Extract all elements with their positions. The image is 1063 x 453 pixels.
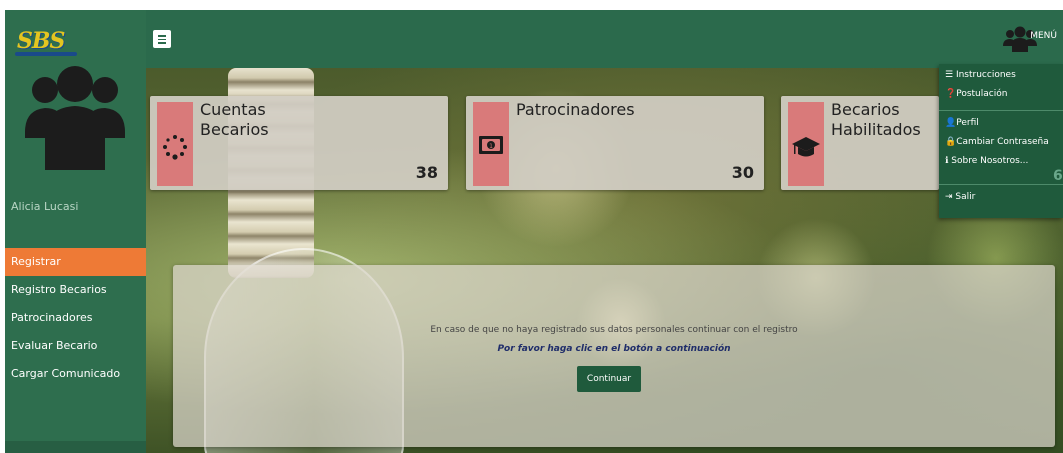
sidebar-item-registrar[interactable]: Registrar <box>5 248 146 276</box>
info-icon: ℹ <box>945 156 949 166</box>
menu-item-cambiar-contrasena[interactable]: 🔒Cambiar Contraseña <box>945 137 1049 147</box>
card-title: Cuentas Becarios <box>200 100 269 139</box>
svg-text:1: 1 <box>489 143 493 150</box>
menu-item-salir[interactable]: ⇥ Salir <box>945 192 975 202</box>
stat-card-patrocinadores[interactable]: 1 Patrocinadores 30 <box>466 96 764 190</box>
menu-divider <box>939 110 1063 111</box>
graduation-cap-icon <box>791 134 821 164</box>
question-icon: ❓ <box>945 89 957 99</box>
card-count-peek: 6 <box>1053 168 1063 184</box>
menu-item-sobre-nosotros[interactable]: ℹ Sobre Nosotros... <box>945 156 1028 166</box>
list-icon: ☰ <box>945 70 954 80</box>
stat-card-becarios-habilitados[interactable]: Becarios Habilitados 6 <box>781 96 939 190</box>
sidebar-item-evaluar-becario[interactable]: Evaluar Becario <box>5 332 146 360</box>
panel-instruction: Por favor haga clic en el botón a contin… <box>497 344 731 354</box>
card-icon-box: 1 <box>473 102 509 186</box>
menu-item-perfil[interactable]: 👤Perfil <box>945 118 979 128</box>
sign-out-icon: ⇥ <box>945 192 953 202</box>
main-content: MENÚ Cuentas Becarios 38 1 Patrocinadore… <box>146 10 1063 453</box>
topbar: MENÚ <box>146 10 1063 68</box>
sidebar-menu: Registrar Registro Becarios Patrocinador… <box>5 248 146 388</box>
user-dropdown-menu: ☰ Instrucciones ❓Postulación 👤Perfil 🔒Ca… <box>939 64 1063 218</box>
logo[interactable]: SBS <box>17 28 65 54</box>
menu-item-instrucciones[interactable]: ☰ Instrucciones <box>945 70 1016 80</box>
sidebar-item-cargar-comunicado[interactable]: Cargar Comunicado <box>5 360 146 388</box>
app-window: SBS Alicia Lucasi Registrar Registro Bec… <box>5 10 1063 453</box>
sidebar-item-patrocinadores[interactable]: Patrocinadores <box>5 304 146 332</box>
card-icon-box <box>157 102 193 186</box>
sidebar-footer <box>5 441 146 453</box>
menu-item-postulacion[interactable]: ❓Postulación <box>945 89 1007 99</box>
lock-icon: 🔒 <box>945 137 957 147</box>
hamburger-icon[interactable] <box>153 30 171 48</box>
user-name: Alicia Lucasi <box>11 200 79 213</box>
user-icon: 👤 <box>945 118 957 128</box>
dots-circle-icon <box>162 134 188 164</box>
users-avatar-icon <box>23 60 127 176</box>
card-icon-box <box>788 102 824 186</box>
money-icon: 1 <box>478 134 504 160</box>
menu-divider <box>939 184 1063 185</box>
card-count: 38 <box>415 163 438 182</box>
registration-panel: En caso de que no haya registrado sus da… <box>173 265 1055 447</box>
logo-swoosh <box>15 52 77 56</box>
card-count: 30 <box>731 163 754 182</box>
card-title: Becarios Habilitados <box>831 100 921 139</box>
panel-message: En caso de que no haya registrado sus da… <box>430 325 798 335</box>
sidebar-item-registro-becarios[interactable]: Registro Becarios <box>5 276 146 304</box>
continue-button[interactable]: Continuar <box>577 366 641 392</box>
sidebar: SBS Alicia Lucasi Registrar Registro Bec… <box>5 10 146 453</box>
menu-toggle[interactable]: MENÚ <box>1030 31 1057 41</box>
stat-card-cuentas-becarios[interactable]: Cuentas Becarios 38 <box>150 96 448 190</box>
card-title: Patrocinadores <box>516 100 635 119</box>
